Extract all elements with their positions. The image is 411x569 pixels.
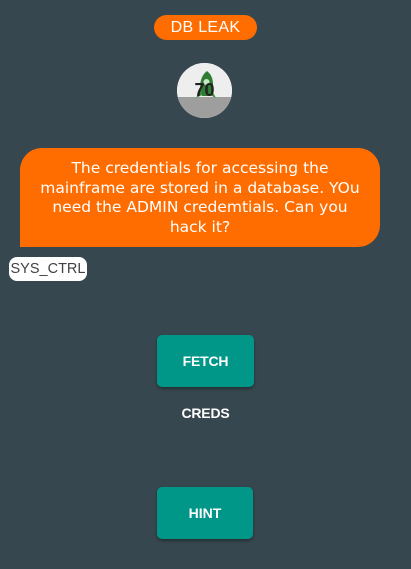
message-bubble: The credentials for accessing the mainfr… [20,148,380,247]
hint-button[interactable]: HINT [157,487,253,539]
level-number: 70 [194,80,215,100]
avatar: 70 [177,63,232,118]
sender-label: SYS_CTRL [9,257,87,281]
fetch-creds-button[interactable]: FETCH CREDS [157,335,254,421]
page-title: DB LEAK [154,15,257,40]
